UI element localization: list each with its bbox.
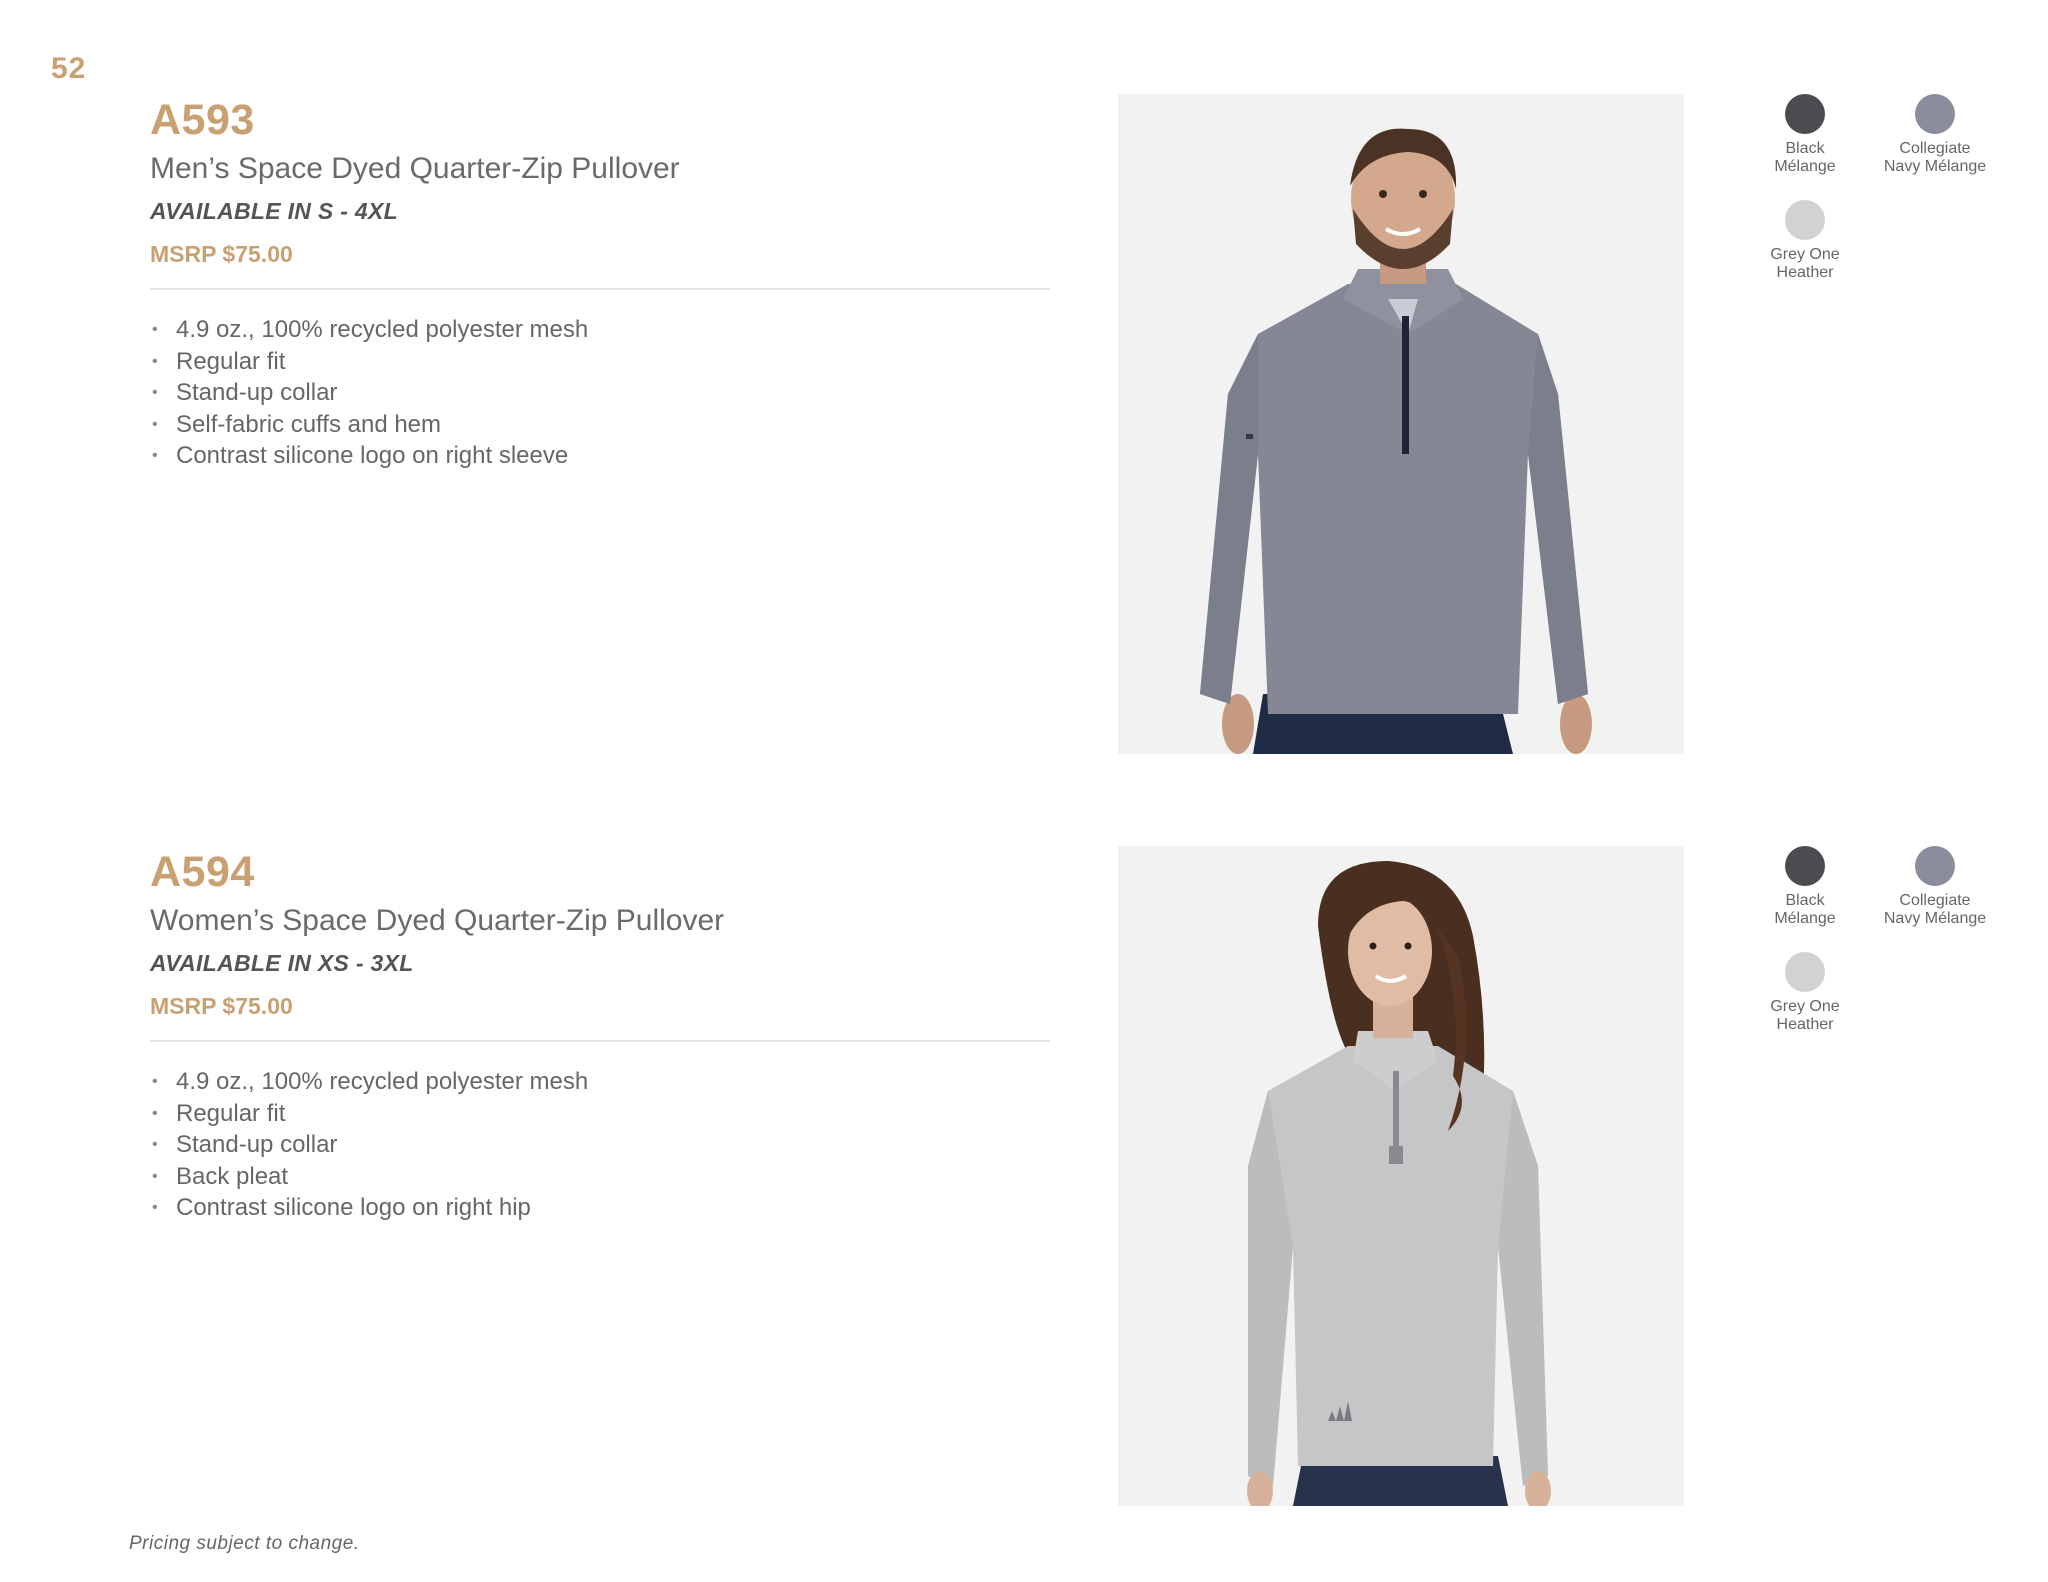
feature-item: • Back pleat xyxy=(150,1161,1050,1193)
swatch-label: Grey One Heather xyxy=(1770,998,1840,1033)
swatch-dot xyxy=(1915,846,1955,886)
color-swatch-black-melange[interactable]: Black Mélange xyxy=(1740,846,1870,928)
swatch-dot xyxy=(1785,94,1825,134)
woman-model-photo xyxy=(1118,846,1684,1506)
swatch-dot xyxy=(1785,952,1825,992)
feature-item: • Self-fabric cuffs and hem xyxy=(150,409,1050,441)
color-swatch-collegiate-navy-melange[interactable]: Collegiate Navy Mélange xyxy=(1870,846,2000,928)
product-name: Women’s Space Dyed Quarter-Zip Pullover xyxy=(150,904,725,937)
color-swatch-grey-one-heather[interactable]: Grey One Heather xyxy=(1740,952,1870,1034)
feature-list: • 4.9 oz., 100% recycled polyester mesh •… xyxy=(150,314,1050,472)
feature-list: • 4.9 oz., 100% recycled polyester mesh •… xyxy=(150,1066,1050,1224)
swatch-label: Collegiate Navy Mélange xyxy=(1883,140,1987,175)
product-section-a594: A594 Women’s Space Dyed Quarter-Zip Pull… xyxy=(0,752,2048,1506)
feature-item: • Contrast silicone logo on right sleeve xyxy=(150,440,1050,472)
product-price: MSRP $75.00 xyxy=(150,241,293,267)
size-availability: AVAILABLE IN XS - 3XL xyxy=(150,950,414,976)
bullet-icon: • xyxy=(152,1104,158,1122)
product-price: MSRP $75.00 xyxy=(150,993,293,1019)
bullet-icon: • xyxy=(152,1073,158,1090)
bullet-icon: • xyxy=(152,352,158,370)
bullet-icon: • xyxy=(152,321,158,338)
feature-item: • Regular fit xyxy=(150,1098,1050,1130)
man-model-photo xyxy=(1118,94,1684,754)
bullet-icon: • xyxy=(152,1199,158,1216)
product-code: A594 xyxy=(150,848,255,896)
feature-item: • 4.9 oz., 100% recycled polyester mesh xyxy=(150,1066,1050,1098)
feature-item: • Stand-up collar xyxy=(150,1129,1050,1161)
swatch-label: Collegiate Navy Mélange xyxy=(1883,892,1987,927)
bullet-icon: • xyxy=(152,1167,158,1185)
feature-item: • Stand-up collar xyxy=(150,377,1050,409)
bullet-icon: • xyxy=(152,447,158,464)
pricing-footnote: Pricing subject to change. xyxy=(129,1533,360,1554)
divider xyxy=(150,1040,1050,1042)
product-code: A593 xyxy=(150,96,255,144)
swatch-label: Grey One Heather xyxy=(1770,246,1840,281)
bullet-icon: • xyxy=(152,415,158,433)
swatch-dot xyxy=(1785,846,1825,886)
divider xyxy=(150,288,1050,290)
color-swatch-grey-one-heather[interactable]: Grey One Heather xyxy=(1740,200,1870,282)
product-info: A594 Women’s Space Dyed Quarter-Zip Pull… xyxy=(150,848,1050,1224)
color-swatches: Black Mélange Collegiate Navy Mélange Grey… xyxy=(1740,94,1990,314)
product-info: A593 Men’s Space Dyed Quarter-Zip Pullov… xyxy=(150,96,1050,472)
product-section-a593: A593 Men’s Space Dyed Quarter-Zip Pullov… xyxy=(0,0,2048,754)
swatch-dot xyxy=(1915,94,1955,134)
swatch-dot xyxy=(1785,200,1825,240)
swatch-label: Black Mélange xyxy=(1774,140,1836,175)
product-name: Men’s Space Dyed Quarter-Zip Pullover xyxy=(150,152,680,185)
feature-item: • Regular fit xyxy=(150,346,1050,378)
feature-item: • Contrast silicone logo on right hip xyxy=(150,1192,1050,1224)
color-swatches: Black Mélange Collegiate Navy Mélange Grey… xyxy=(1740,846,1990,1066)
bullet-icon: • xyxy=(152,384,158,401)
bullet-icon: • xyxy=(152,1136,158,1153)
swatch-label: Black Mélange xyxy=(1774,892,1836,927)
color-swatch-black-melange[interactable]: Black Mélange xyxy=(1740,94,1870,176)
size-availability: AVAILABLE IN S - 4XL xyxy=(150,198,398,224)
color-swatch-collegiate-navy-melange[interactable]: Collegiate Navy Mélange xyxy=(1870,94,2000,176)
feature-item: • 4.9 oz., 100% recycled polyester mesh xyxy=(150,314,1050,346)
